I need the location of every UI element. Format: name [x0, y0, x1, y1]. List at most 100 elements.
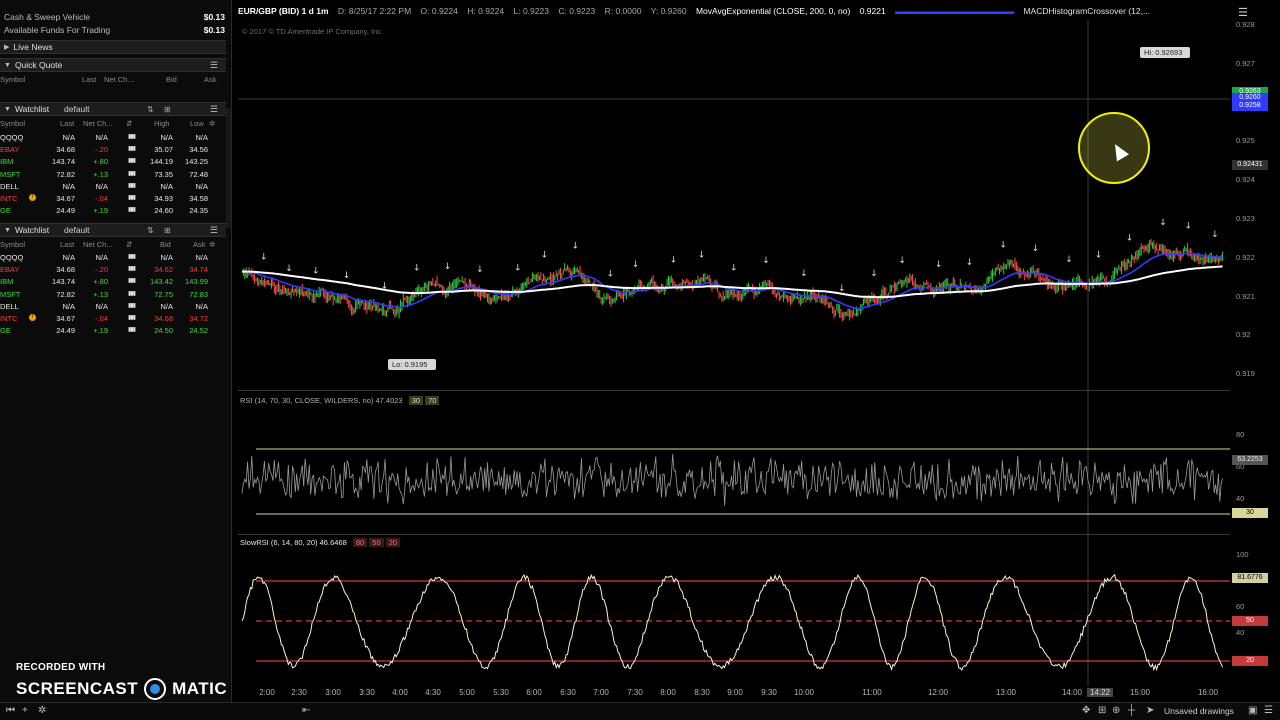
sort-icon[interactable]: ⇵ — [126, 240, 132, 249]
sort-arrows-icon[interactable]: ⇅ — [147, 105, 154, 114]
skip-back-icon[interactable]: ⏮ — [6, 705, 15, 716]
pointer-icon[interactable]: ➤ — [1146, 705, 1154, 716]
watchlist-header-1[interactable]: ▼ Watchlist default ⇅ ⊞ ☰ — [0, 102, 226, 116]
pan-icon[interactable]: ✥ — [1082, 705, 1090, 716]
time-tick-label: 7:30 — [627, 688, 643, 697]
signal-arrow-icon: ↓ — [1065, 255, 1073, 265]
watchlist-col-b: 34.58 — [189, 194, 208, 203]
live-news-header[interactable]: ▶ Live News — [0, 40, 226, 54]
table-row[interactable]: DELL N/A N/A N/A N/A ▮▮▮ — [0, 180, 222, 192]
table-row[interactable]: IBM 143.74 +.80 143.42 143.99 ▮▮▮ — [0, 275, 222, 287]
mini-chart-icon[interactable]: ▮▮▮ — [128, 290, 136, 297]
save-icon[interactable]: ▣ — [1248, 705, 1257, 716]
quick-quote-header[interactable]: ▼ Quick Quote ☰ — [0, 58, 226, 72]
watchlist-header-2[interactable]: ▼ Watchlist default ⇅ ⊞ ☰ — [0, 223, 226, 237]
table-row[interactable]: GE 24.49 +.19 24.60 24.35 ▮▮▮ — [0, 204, 222, 216]
table-row[interactable]: QQQQ N/A N/A N/A N/A ▮▮▮ — [0, 131, 222, 143]
chart-area[interactable]: EUR/GBP (BID) 1 d 1m D: 8/25/17 2:22 PM … — [238, 0, 1280, 702]
menu-icon[interactable]: ☰ — [1264, 705, 1273, 716]
rsi-tick-label: 80 — [1236, 430, 1245, 439]
columns-icon[interactable]: ⊞ — [164, 226, 171, 235]
mini-chart-icon[interactable]: ▮▮▮ — [128, 302, 136, 309]
gear-icon[interactable]: ✲ — [38, 705, 46, 716]
table-row[interactable]: INTC 34.67 -.04 34.93 34.58 ▮▮▮! — [0, 192, 222, 204]
mini-chart-icon[interactable]: ▮▮▮ — [128, 314, 136, 321]
mini-chart-icon[interactable]: ▮▮▮ — [128, 277, 136, 284]
table-row[interactable]: INTC 34.67 -.04 34.68 34.72 ▮▮▮! — [0, 312, 222, 324]
watchlist-last: N/A — [62, 133, 75, 142]
watchlist-name-dropdown[interactable]: default — [64, 104, 90, 114]
table-row[interactable]: MSFT 72.82 +.13 72.75 72.83 ▮▮▮ — [0, 288, 222, 300]
signal-arrow-icon: ↓ — [476, 265, 484, 275]
watchlist-col-b: 34.72 — [189, 314, 208, 323]
mini-chart-icon[interactable]: ▮▮▮ — [128, 145, 136, 152]
rsi-axis[interactable]: 80 60 40 63.2253 30 — [1230, 410, 1280, 530]
table-row[interactable]: EBAY 34.68 -.20 34.62 34.74 ▮▮▮ — [0, 263, 222, 275]
zoom-box-icon[interactable]: ⊞ — [1098, 705, 1106, 716]
watchlist-name-dropdown[interactable]: default — [64, 225, 90, 235]
unsaved-drawings-label[interactable]: Unsaved drawings — [1164, 706, 1234, 716]
watchlist-net-change: N/A — [95, 181, 108, 191]
sort-icon[interactable]: ⇵ — [126, 119, 132, 128]
menu-list-icon[interactable]: ☰ — [210, 60, 218, 71]
chevron-right-icon[interactable]: ▶ — [4, 43, 9, 51]
mini-chart-icon[interactable]: ▮▮▮ — [128, 133, 136, 140]
mini-chart-icon[interactable]: ▮▮▮ — [128, 265, 136, 272]
watchlist-net-change: +.19 — [93, 326, 108, 336]
mini-chart-icon[interactable]: ▮▮▮ — [128, 206, 136, 213]
menu-list-icon[interactable]: ☰ — [210, 104, 218, 115]
scroll-handle-icon[interactable]: ⇤ — [302, 705, 310, 716]
panel-divider[interactable] — [238, 534, 1230, 535]
chevron-down-icon[interactable]: ▼ — [4, 106, 11, 113]
quick-quote-label: Quick Quote — [14, 60, 63, 70]
col-net-change: Net Ch... — [104, 75, 134, 84]
rsi-panel-title[interactable]: RSI (14, 70, 30, CLOSE, WILDERS, no) 47.… — [240, 396, 440, 405]
mini-chart-icon[interactable]: ▮▮▮ — [128, 194, 136, 201]
crosshair-icon[interactable]: ┼ — [1128, 705, 1135, 716]
price-tick-label: 0.927 — [1236, 58, 1255, 68]
menu-list-icon[interactable]: ☰ — [210, 225, 218, 236]
chevron-down-icon[interactable]: ▼ — [4, 62, 11, 69]
watchlist-col-a: 34.68 — [154, 314, 173, 323]
slowrsi-level-tag: 20 — [1232, 656, 1268, 666]
mini-chart-icon[interactable]: ▮▮▮ — [128, 182, 136, 189]
mini-chart-icon[interactable]: ▮▮▮ — [128, 326, 136, 333]
table-row[interactable]: IBM 143.74 +.80 144.19 143.25 ▮▮▮ — [0, 155, 222, 167]
table-row[interactable]: EBAY 34.68 -.20 35.07 34.56 ▮▮▮ — [0, 143, 222, 155]
watchlist-last: 143.74 — [52, 277, 75, 287]
alert-icon[interactable]: ! — [29, 194, 36, 201]
table-row[interactable]: MSFT 72.82 +.13 73.35 72.48 ▮▮▮ — [0, 168, 222, 180]
watchlist-col-a: N/A — [160, 133, 173, 142]
mini-chart-icon[interactable]: ▮▮▮ — [128, 157, 136, 164]
watchlist-last: N/A — [62, 181, 75, 191]
watchlist-col-b: 72.83 — [189, 289, 208, 299]
alert-icon[interactable]: ! — [29, 314, 36, 321]
price-axis[interactable]: 0.9280.9270.9260.9250.9240.9230.9220.921… — [1230, 0, 1280, 388]
time-axis[interactable]: 2:00 2:30 3:00 3:30 4:00 4:30 5:00 5:30 6:00 6:30… — [238, 686, 1230, 700]
chart-canvas[interactable]: ↓ ↓ ↓ ↓ ↓ ↓ ↓ ↓ ↓ ↓ ↓ ↓ ↓ ↓ ↓ ↓ ↓ ↓ ↓ ↓ ↓ ↓ ↓ ↓ ↓ ↓ ↓ ↓ ↓ ↓ ↓ Hi: 0.926… — [238, 0, 1230, 686]
watchlist-last: 72.82 — [56, 169, 75, 179]
table-row[interactable]: QQQQ N/A N/A N/A N/A ▮▮▮ — [0, 251, 222, 263]
gear-icon[interactable]: ✲ — [209, 119, 215, 128]
add-icon[interactable]: + — [22, 705, 28, 716]
sort-arrows-icon[interactable]: ⇅ — [147, 226, 154, 235]
mini-chart-icon[interactable]: ▮▮▮ — [128, 170, 136, 177]
quick-quote-columns: Symbol Last Net Ch... Bid Ask — [0, 74, 222, 85]
table-row[interactable]: DELL N/A N/A N/A N/A ▮▮▮ — [0, 300, 222, 312]
gear-icon[interactable]: ✲ — [209, 240, 215, 249]
zoom-icon[interactable]: ⊕ — [1112, 705, 1120, 716]
columns-icon[interactable]: ⊞ — [164, 105, 171, 114]
table-row[interactable]: GE 24.49 +.19 24.50 24.52 ▮▮▮ — [0, 324, 222, 336]
signal-arrow-icon: ↓ — [762, 256, 770, 266]
col-bid: Bid — [160, 240, 171, 249]
col-ask: Ask — [193, 240, 206, 249]
time-tick-label: 12:00 — [927, 688, 949, 697]
slowrsi-panel-title[interactable]: SlowRSI (6, 14, 80, 20) 46.6468 80 50 20 — [240, 538, 401, 547]
panel-divider[interactable] — [238, 390, 1230, 391]
watchlist-last: 143.74 — [52, 157, 75, 167]
time-tick-label: 8:30 — [694, 688, 710, 697]
slowrsi-axis[interactable]: 100 60 40 81.6776 50 20 — [1230, 548, 1280, 684]
chevron-down-icon[interactable]: ▼ — [4, 227, 11, 234]
mini-chart-icon[interactable]: ▮▮▮ — [128, 253, 136, 260]
left-scrollbar[interactable] — [226, 108, 231, 228]
